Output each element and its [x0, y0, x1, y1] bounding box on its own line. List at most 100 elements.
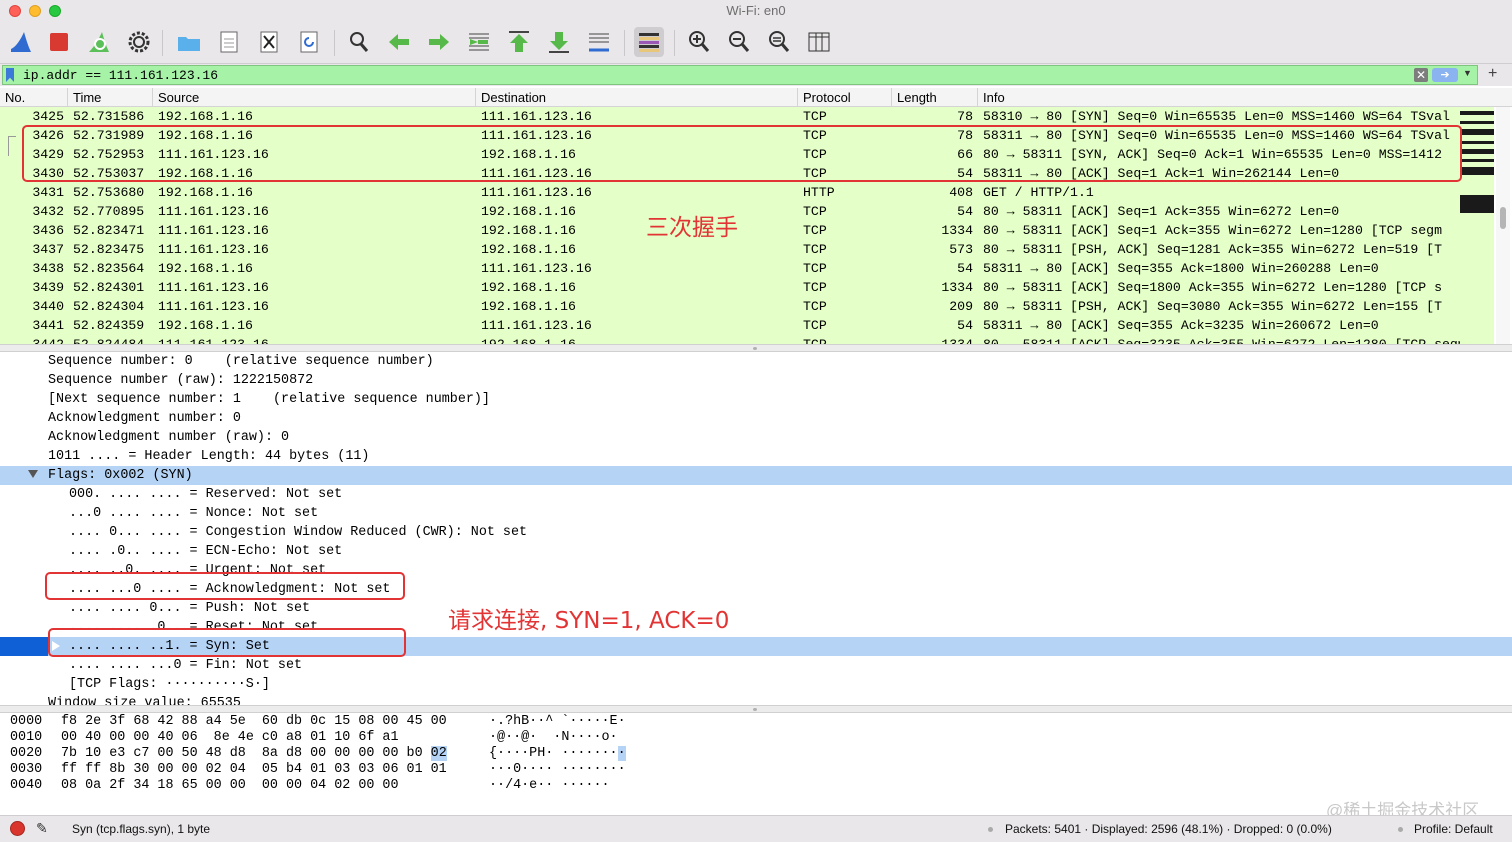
window-zoom-button[interactable] — [49, 5, 61, 17]
detail-row[interactable]: .... .0.. .... = ECN-Echo: Not set — [0, 542, 1512, 561]
packet-cell-len: 1334 — [897, 335, 973, 344]
handshake-annotation: 三次握手 — [646, 215, 738, 241]
detail-text: .... .0.. .... = ECN-Echo: Not set — [69, 544, 343, 559]
detail-row[interactable]: 1011 .... = Header Length: 44 bytes (11) — [0, 447, 1512, 466]
packet-row[interactable]: 3438 52.823564 192.168.1.16 111.161.123.16 T… — [0, 259, 1460, 278]
save-file-button[interactable] — [214, 27, 244, 57]
first-packet-button[interactable] — [504, 27, 534, 57]
window-minimize-button[interactable] — [29, 5, 41, 17]
hex-row[interactable]: 0030 ff ff 8b 30 00 00 02 04 05 b4 01 03 … — [0, 762, 700, 778]
packet-cell-len: 1334 — [941, 280, 973, 295]
zoom-out-button[interactable] — [724, 27, 754, 57]
display-filter-input[interactable] — [2, 65, 1478, 85]
capture-comment-edit-icon[interactable]: ✎ — [36, 820, 48, 837]
detail-text: [Next sequence number: 1 (relative seque… — [48, 392, 490, 407]
colorize-button[interactable] — [634, 27, 664, 57]
restart-capture-button[interactable] — [84, 27, 114, 57]
reload-icon — [300, 31, 318, 53]
packet-row[interactable]: 3441 52.824359 192.168.1.16 111.161.123.16 T… — [0, 316, 1460, 335]
go-back-button[interactable] — [384, 27, 414, 57]
go-to-packet-button[interactable] — [464, 27, 494, 57]
packet-minimap[interactable] — [1460, 107, 1494, 344]
detail-row[interactable]: ...0 .... .... = Nonce: Not set — [0, 504, 1512, 523]
packet-row[interactable]: 3431 52.753680 192.168.1.16 111.161.123.16 H… — [0, 183, 1460, 202]
related-packet-bracket — [8, 136, 16, 156]
scrollbar-thumb[interactable] — [1500, 207, 1506, 229]
zoom-in-button[interactable] — [684, 27, 714, 57]
packet-cell-dst: 111.161.123.16 — [481, 261, 592, 276]
pane-splitter-bottom[interactable] — [0, 705, 1512, 713]
detail-row-flags[interactable]: Flags: 0x002 (SYN) — [0, 466, 1512, 485]
packet-row[interactable]: 3425 52.731586 192.168.1.16 111.161.123.16 T… — [0, 107, 1460, 126]
go-forward-button[interactable] — [424, 27, 454, 57]
hex-ascii: {····PH· ········ — [489, 746, 626, 761]
autoscroll-button[interactable] — [584, 27, 614, 57]
column-header-length[interactable]: Length — [892, 88, 978, 107]
detail-row[interactable]: [Next sequence number: 1 (relative seque… — [0, 390, 1512, 409]
detail-text: Window size value: 65535 — [48, 696, 241, 705]
packet-list-scrollbar[interactable] — [1496, 107, 1510, 344]
packet-cell-proto: TCP — [803, 280, 827, 295]
hex-ascii: ·.?hB··^ `·····E· — [489, 714, 626, 729]
detail-row[interactable]: Acknowledgment number (raw): 0 — [0, 428, 1512, 447]
column-header-time[interactable]: Time — [68, 88, 153, 107]
status-profile[interactable]: Profile: Default — [1414, 822, 1493, 836]
expert-info-led-icon[interactable] — [10, 821, 25, 836]
close-file-button[interactable] — [254, 27, 284, 57]
packet-row[interactable]: 3440 52.824304 111.161.123.16 192.168.1.16 T… — [0, 297, 1460, 316]
apply-filter-icon[interactable]: ➔ — [1432, 68, 1458, 82]
ascii-selected-char: · — [617, 746, 626, 761]
packet-cell-dst: 111.161.123.16 — [481, 318, 592, 333]
packet-row[interactable]: 3439 52.824301 111.161.123.16 192.168.1.16 T… — [0, 278, 1460, 297]
find-packet-button[interactable] — [344, 27, 374, 57]
packet-row[interactable]: 3437 52.823475 111.161.123.16 192.168.1.16 T… — [0, 240, 1460, 259]
last-packet-button[interactable] — [544, 27, 574, 57]
chevron-down-icon[interactable]: ▼ — [1463, 68, 1472, 78]
hex-row[interactable]: 0010 00 40 00 00 40 06 8e 4e c0 a8 01 10 … — [0, 730, 700, 746]
packet-cell-proto: TCP — [803, 242, 827, 257]
stop-square-icon — [50, 33, 68, 51]
packet-cell-proto: TCP — [803, 261, 827, 276]
packet-cell-info: 80 → 58311 [ACK] Seq=1 Ack=355 Win=6272 … — [983, 204, 1340, 219]
window-close-button[interactable] — [9, 5, 21, 17]
packet-cell-no: 3438 — [32, 261, 64, 276]
zoom-normal-button[interactable] — [764, 27, 794, 57]
detail-row[interactable]: Sequence number (raw): 1222150872 — [0, 371, 1512, 390]
column-header-no[interactable]: No. — [0, 88, 68, 107]
hex-row[interactable]: 0000 f8 2e 3f 68 42 88 a4 5e 60 db 0c 15 … — [0, 714, 700, 730]
reload-file-button[interactable] — [294, 27, 324, 57]
detail-text: Acknowledgment number: 0 — [48, 411, 241, 426]
close-file-icon — [260, 31, 278, 53]
detail-row[interactable]: [TCP Flags: ··········S·] — [0, 675, 1512, 694]
detail-row[interactable]: 000. .... .... = Reserved: Not set — [0, 485, 1512, 504]
capture-options-button[interactable] — [124, 27, 154, 57]
column-header-destination[interactable]: Destination — [476, 88, 798, 107]
detail-row[interactable]: Sequence number: 0 (relative sequence nu… — [0, 352, 1512, 371]
hex-row[interactable]: 0020 7b 10 e3 c7 00 50 48 d8 8a d8 00 00 … — [0, 746, 700, 762]
column-header-source[interactable]: Source — [153, 88, 476, 107]
packet-cell-dst: 192.168.1.16 — [481, 242, 576, 257]
packet-row[interactable]: 3442 52.824484 111.161.123.16 192.168.1.16 T… — [0, 335, 1460, 344]
hex-bytes: 08 0a 2f 34 18 65 00 00 00 00 04 02 00 0… — [61, 778, 399, 793]
detail-row[interactable]: Acknowledgment number: 0 — [0, 409, 1512, 428]
resize-columns-button[interactable] — [804, 27, 834, 57]
open-file-button[interactable] — [174, 27, 204, 57]
stop-capture-button[interactable] — [44, 27, 74, 57]
packet-cell-no: 3432 — [32, 204, 64, 219]
detail-row[interactable]: .... 0... .... = Congestion Window Reduc… — [0, 523, 1512, 542]
column-header-info[interactable]: Info — [978, 88, 1512, 107]
detail-row[interactable]: Window size value: 65535 — [0, 694, 1512, 705]
display-filter-bar: ✕ ➔ ▼ + — [0, 64, 1512, 86]
detail-row[interactable]: .... .... ...0 = Fin: Not set — [0, 656, 1512, 675]
clear-filter-icon[interactable]: ✕ — [1414, 68, 1428, 82]
packet-cell-time: 52.824301 — [73, 280, 145, 295]
add-filter-button-icon[interactable]: + — [1488, 65, 1497, 83]
column-header-protocol[interactable]: Protocol — [798, 88, 892, 107]
packet-cell-info: 80 → 58311 [PSH, ACK] Seq=3080 Ack=355 W… — [983, 299, 1442, 314]
start-capture-button[interactable] — [6, 27, 36, 57]
hex-row[interactable]: 0040 08 0a 2f 34 18 65 00 00 00 00 04 02 … — [0, 778, 700, 794]
packet-cell-len: 78 — [957, 109, 973, 124]
pane-splitter-top[interactable] — [0, 344, 1512, 352]
detail-row[interactable]: .... .... 0... = Push: Not set — [0, 599, 1512, 618]
expand-triangle-down-icon[interactable] — [28, 470, 38, 478]
